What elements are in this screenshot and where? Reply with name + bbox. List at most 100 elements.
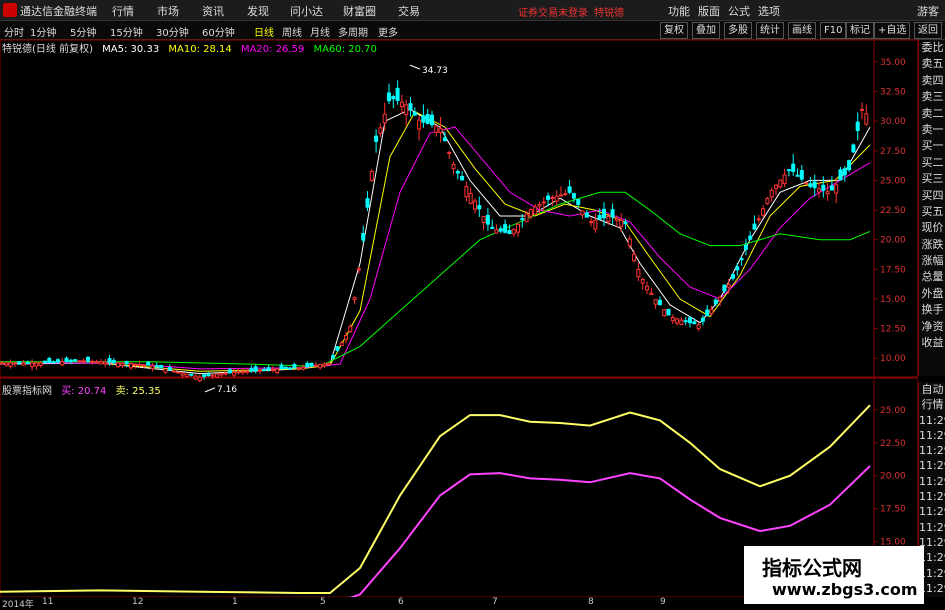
candle-body (146, 361, 151, 366)
candle-body (653, 299, 658, 305)
candle-body (774, 184, 778, 189)
side-panel-item[interactable]: 买三 (919, 171, 945, 187)
candle-body (795, 174, 800, 177)
candle-body (778, 179, 783, 188)
candle-body (799, 170, 804, 180)
candle-body (4, 362, 9, 366)
quote-side-panel: 委比 卖五 卖四 卖三 卖二 卖一 买一 买二 买三 买四 买五 现价 涨跌 涨幅 总量 外盘 换手 净资 收益 (918, 40, 945, 376)
candle-body (172, 370, 176, 373)
guest-button[interactable]: 游客 (917, 3, 939, 19)
candle-body (365, 198, 370, 208)
candle-body (193, 375, 198, 380)
candle-body (756, 218, 761, 221)
candle-body (227, 369, 232, 374)
candle-body (855, 121, 860, 132)
side-panel-item[interactable]: 换手 (919, 302, 945, 318)
candle-body (619, 219, 624, 227)
back-button[interactable]: 返回 (914, 22, 942, 39)
side-panel-item[interactable]: 委比 (919, 40, 945, 56)
side-panel-item[interactable]: 净资 (919, 319, 945, 335)
sub-y-tick-label: 25.00 (880, 406, 906, 416)
main-y-tick-label: 17.50 (880, 265, 906, 275)
candle-body (473, 200, 477, 210)
candle-body (425, 113, 430, 124)
side-panel-item[interactable]: 卖四 (919, 73, 945, 89)
candle-body (460, 175, 465, 181)
sub-y-tick-label: 17.50 (880, 505, 906, 515)
candle-body (197, 376, 202, 382)
candle-body (584, 212, 589, 218)
candle-body (864, 113, 869, 125)
candle-body (98, 361, 103, 365)
main-y-tick-label: 20.00 (880, 236, 906, 246)
kline-chart[interactable]: 35.00 32.50 30.00 27.50 25.00 22.50 20.00 17.50… (0, 0, 918, 597)
candle-body (25, 361, 30, 364)
candle-body (313, 364, 318, 367)
tick-panel-item[interactable]: 行情 (919, 397, 945, 412)
candle-body (417, 119, 422, 130)
candle-body (726, 284, 731, 288)
candle-body (498, 228, 503, 232)
candle-body (589, 221, 594, 224)
candle-body (275, 368, 280, 373)
side-panel-item[interactable]: 买二 (919, 155, 945, 171)
candle-body (236, 371, 241, 374)
x-label: 8 (588, 597, 594, 607)
candle-body (571, 193, 576, 199)
side-panel-item[interactable]: 卖二 (919, 106, 945, 122)
candle-body (245, 370, 250, 373)
candle-body (120, 362, 125, 366)
candle-body (163, 368, 168, 373)
side-panel-item[interactable]: 涨幅 (919, 253, 945, 269)
tick-panel-item[interactable]: 11:29 (919, 458, 945, 473)
candle-body (94, 361, 99, 364)
candle-body (90, 360, 95, 363)
candle-body (713, 299, 718, 305)
watermark: 指标公式网 www.zbgs3.com (744, 546, 924, 604)
candle-body (709, 309, 714, 314)
candle-body (266, 367, 271, 371)
candle-body (352, 297, 357, 301)
candle-body (335, 346, 340, 351)
annotation-leader (204, 387, 216, 393)
candle-body (490, 226, 495, 230)
candle-body (593, 219, 598, 230)
side-panel-item[interactable]: 卖一 (919, 122, 945, 138)
candle-body (309, 362, 314, 367)
candle-body (215, 373, 219, 378)
candle-body (468, 193, 473, 204)
candle-body (838, 169, 843, 181)
candle-body (47, 358, 52, 363)
main-y-tick-label: 35.00 (880, 58, 906, 68)
tick-panel-item[interactable]: 自动 (919, 382, 945, 397)
candle-body (834, 184, 839, 194)
side-panel-item[interactable]: 买四 (919, 188, 945, 204)
candle-body (692, 321, 697, 325)
sub-series-卖 (0, 404, 871, 594)
candle-body (739, 258, 744, 261)
main-y-tick-label: 10.00 (880, 354, 906, 364)
side-panel-item[interactable]: 卖五 (919, 56, 945, 72)
tick-panel-item[interactable]: 11:29 (919, 443, 945, 458)
side-panel-item[interactable]: 收益 (919, 335, 945, 351)
candle-body (258, 369, 262, 372)
tick-panel-item[interactable]: 11:29 (919, 413, 945, 428)
candle-body (524, 213, 529, 223)
tick-panel-item[interactable]: 11:29 (919, 489, 945, 504)
side-panel-item[interactable]: 现价 (919, 220, 945, 236)
side-panel-item[interactable]: 外盘 (919, 286, 945, 302)
candle-body (408, 103, 413, 111)
candle-body (481, 215, 486, 224)
side-panel-item[interactable]: 买五 (919, 204, 945, 220)
tick-panel-item[interactable]: 11:29 (919, 504, 945, 519)
tick-panel-item[interactable]: 11:29 (919, 520, 945, 535)
tick-panel-item[interactable]: 11:29 (919, 474, 945, 489)
side-panel-item[interactable]: 卖三 (919, 89, 945, 105)
side-panel-item[interactable]: 买一 (919, 138, 945, 154)
candle-body (670, 317, 675, 322)
candle-body (520, 218, 525, 221)
side-panel-item[interactable]: 涨跌 (919, 237, 945, 253)
side-panel-item[interactable]: 总量 (919, 269, 945, 285)
candle-body (60, 361, 65, 366)
tick-panel-item[interactable]: 11:29 (919, 428, 945, 443)
